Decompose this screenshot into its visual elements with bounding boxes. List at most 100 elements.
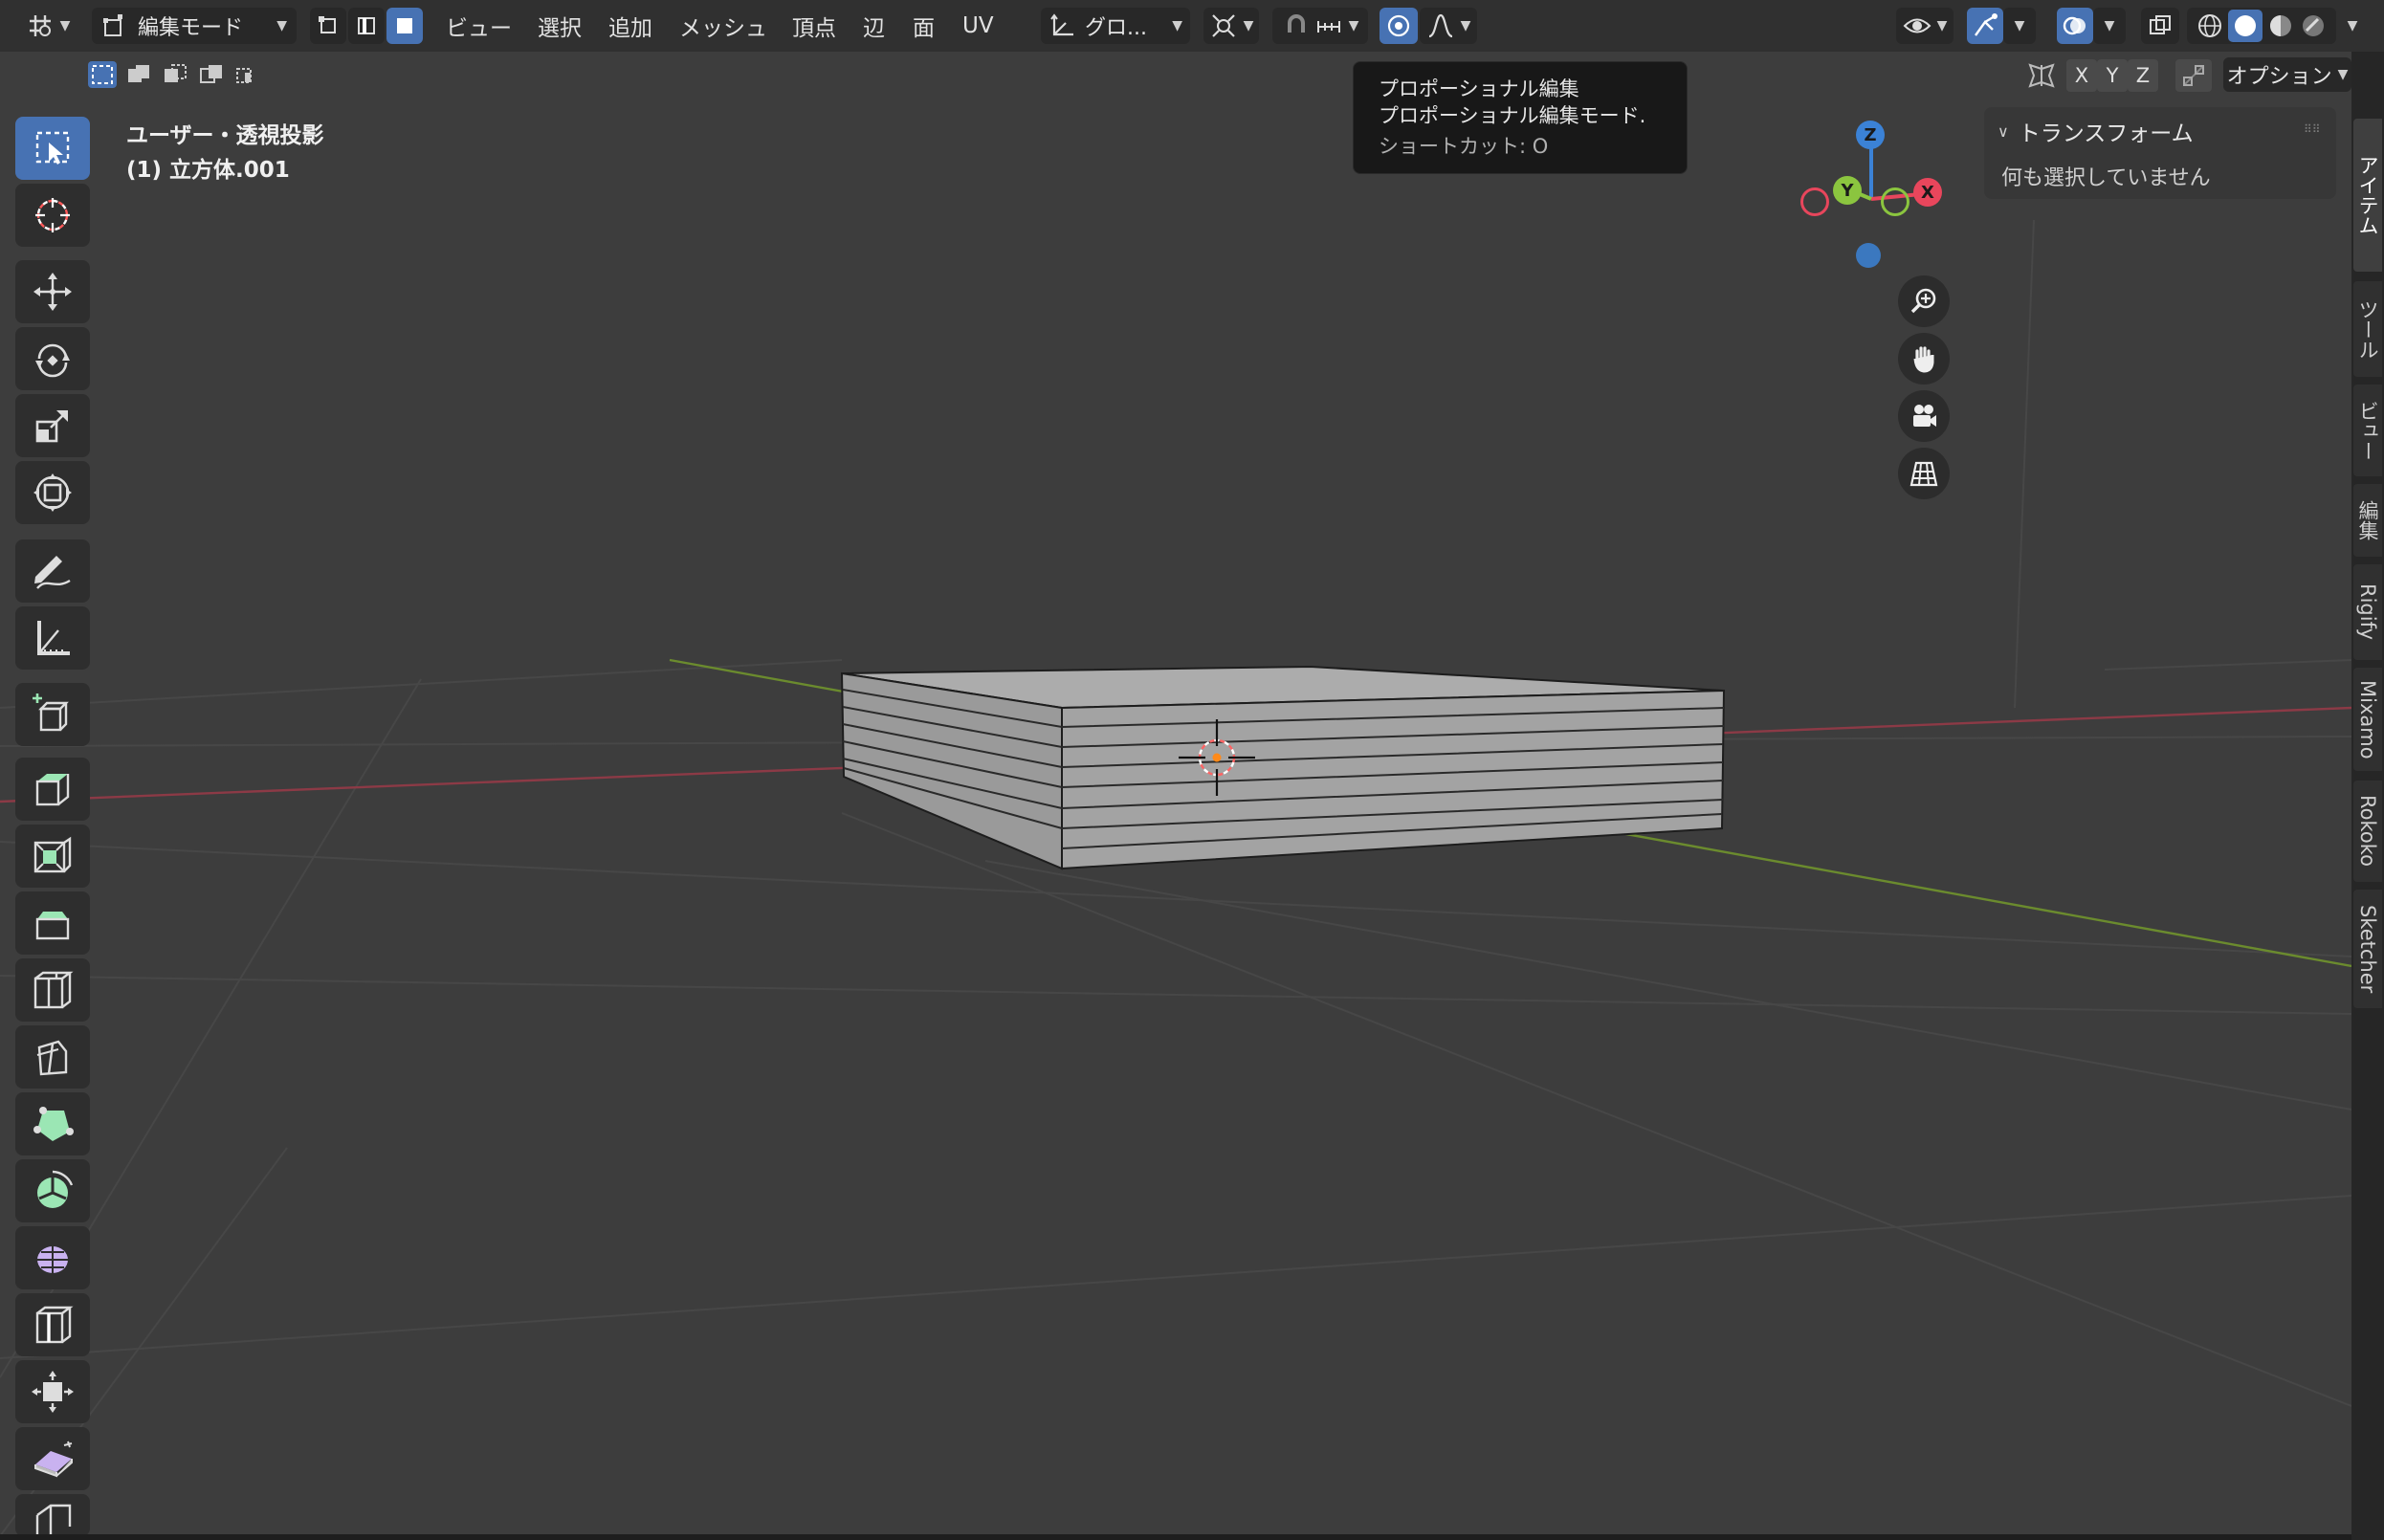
wireframe-shading-icon[interactable] — [2196, 11, 2224, 40]
overlay-dropdown[interactable]: ▼ — [2093, 8, 2126, 44]
tool-cursor[interactable] — [15, 184, 90, 247]
snap-increment-icon — [1316, 21, 1340, 33]
symmetry-icon — [2183, 65, 2204, 86]
solid-shading-icon — [2235, 15, 2256, 36]
proportional-edit-toggle[interactable] — [1380, 8, 1418, 44]
rotate-icon — [35, 343, 70, 378]
menu-face[interactable]: 面 — [913, 10, 935, 42]
gizmo-z-axis[interactable]: Z — [1856, 121, 1885, 149]
tab-edit[interactable]: 編集 — [2353, 484, 2382, 557]
gizmo-neg-y-axis[interactable] — [1881, 187, 1909, 216]
menu-add[interactable]: 追加 — [608, 10, 652, 42]
camera-view-button[interactable] — [1898, 390, 1950, 442]
transform-panel: ∨ トランスフォーム ⠿⠿ 何も選択していません — [1984, 107, 2336, 199]
tab-rigify[interactable]: Rigify — [2353, 564, 2382, 660]
gizmo-y-axis[interactable]: Y — [1833, 176, 1862, 205]
menu-mesh[interactable]: メッシュ — [679, 10, 767, 42]
tab-view[interactable]: ビュー — [2353, 385, 2382, 476]
mirror-y-button[interactable]: Y — [2097, 59, 2128, 92]
tool-select-box[interactable] — [15, 117, 90, 180]
transform-panel-header[interactable]: ∨ トランスフォーム — [1998, 115, 2194, 147]
view-name-label: ユーザー・透視投影 — [126, 123, 324, 148]
pivot-point-button[interactable]: ▼ — [1203, 8, 1259, 44]
visibility-button[interactable]: ▼ — [1896, 8, 1954, 44]
overlay-toggle[interactable] — [2057, 8, 2093, 44]
vertex-select-icon — [319, 16, 336, 33]
gizmo-toggle[interactable] — [1967, 8, 2003, 44]
menu-vertex[interactable]: 頂点 — [792, 10, 836, 42]
tab-rokoko[interactable]: Rokoko — [2353, 781, 2382, 882]
zoom-button[interactable] — [1898, 275, 1950, 327]
tool-move[interactable] — [15, 260, 90, 323]
extrude-region-icon — [35, 774, 70, 806]
gizmo-neg-z-axis[interactable] — [1856, 243, 1881, 268]
tool-spin[interactable] — [15, 1159, 90, 1222]
tab-tool[interactable]: ツール — [2353, 281, 2382, 377]
camera-icon — [1913, 405, 1936, 427]
bevel-icon — [35, 912, 70, 940]
mesh-symmetry-button[interactable] — [2175, 59, 2212, 92]
select-invert-button[interactable] — [197, 61, 226, 88]
tool-shear[interactable] — [15, 1427, 90, 1490]
tool-bevel[interactable] — [15, 891, 90, 955]
face-select-mode-button[interactable] — [386, 8, 423, 44]
pan-button[interactable] — [1898, 333, 1950, 385]
drag-handle-icon[interactable]: ⠿⠿ — [2304, 122, 2323, 136]
select-intersect-icon — [236, 68, 252, 83]
select-new-button[interactable] — [88, 61, 117, 88]
select-box-icon — [35, 131, 70, 165]
gizmo-icon — [1975, 13, 1998, 36]
options-dropdown[interactable]: オプション ▼ — [2223, 57, 2351, 92]
proportional-falloff-button[interactable]: ▼ — [1420, 8, 1477, 44]
vertex-select-mode-button[interactable] — [310, 8, 346, 44]
tool-scale[interactable] — [15, 394, 90, 457]
tool-edge-slide[interactable] — [15, 1293, 90, 1356]
tool-add-cube[interactable] — [15, 683, 90, 746]
mirror-z-button[interactable]: Z — [2128, 59, 2158, 92]
chevron-down-icon: ▼ — [59, 18, 71, 33]
mirror-x-button[interactable]: X — [2066, 59, 2097, 92]
snap-button[interactable]: ▼ — [1272, 8, 1368, 44]
menu-view[interactable]: ビュー — [446, 10, 512, 42]
tool-poly-build[interactable] — [15, 1092, 90, 1155]
tab-item[interactable]: アイテム — [2353, 119, 2382, 272]
select-extend-button[interactable] — [124, 61, 153, 88]
menu-uv[interactable]: UV — [962, 10, 994, 42]
3d-viewport[interactable] — [0, 52, 2351, 1536]
tooltip-description: プロポーショナル編集モード. — [1379, 104, 1646, 127]
tool-inset[interactable] — [15, 825, 90, 888]
tool-rotate[interactable] — [15, 327, 90, 390]
tab-sketcher[interactable]: Sketcher — [2353, 890, 2382, 1008]
tool-rip[interactable] — [15, 1494, 90, 1536]
shading-dropdown[interactable]: ▼ — [2342, 8, 2363, 44]
tool-shrink-fatten[interactable] — [15, 1360, 90, 1423]
tab-mixamo[interactable]: Mixamo — [2353, 668, 2382, 771]
mode-selector[interactable]: 編集モード ▼ — [92, 8, 297, 44]
menu-select[interactable]: 選択 — [538, 10, 582, 42]
xray-toggle[interactable] — [2141, 8, 2179, 44]
tool-smooth[interactable] — [15, 1226, 90, 1289]
tool-annotate[interactable] — [15, 539, 90, 603]
gizmo-dropdown[interactable]: ▼ — [2003, 8, 2036, 44]
rendered-shading-icon[interactable] — [2299, 11, 2328, 40]
chevron-down-icon: ▼ — [1243, 18, 1254, 33]
edge-select-mode-button[interactable] — [348, 8, 385, 44]
menu-edge[interactable]: 辺 — [863, 10, 885, 42]
transform-orientation-selector[interactable]: グロ... ▼ — [1041, 8, 1190, 44]
select-subtract-button[interactable] — [161, 61, 189, 88]
perspective-toggle-button[interactable] — [1898, 448, 1950, 499]
tool-knife[interactable] — [15, 1025, 90, 1089]
proportional-edit-tooltip: プロポーショナル編集 プロポーショナル編集モード. ショートカット: O — [1353, 61, 1688, 174]
xray-icon — [2150, 15, 2171, 34]
tool-transform[interactable] — [15, 461, 90, 524]
tool-measure[interactable] — [15, 606, 90, 670]
rip-icon — [35, 1504, 72, 1534]
gizmo-x-axis[interactable]: X — [1913, 178, 1942, 207]
editor-type-button[interactable]: ▼ — [19, 8, 77, 44]
solid-shading-button[interactable] — [2228, 10, 2263, 42]
select-intersect-button[interactable] — [233, 61, 262, 88]
tool-loop-cut[interactable] — [15, 958, 90, 1022]
material-shading-icon[interactable] — [2266, 11, 2295, 40]
tool-extrude[interactable] — [15, 758, 90, 821]
gizmo-neg-x-axis[interactable] — [1800, 187, 1829, 216]
